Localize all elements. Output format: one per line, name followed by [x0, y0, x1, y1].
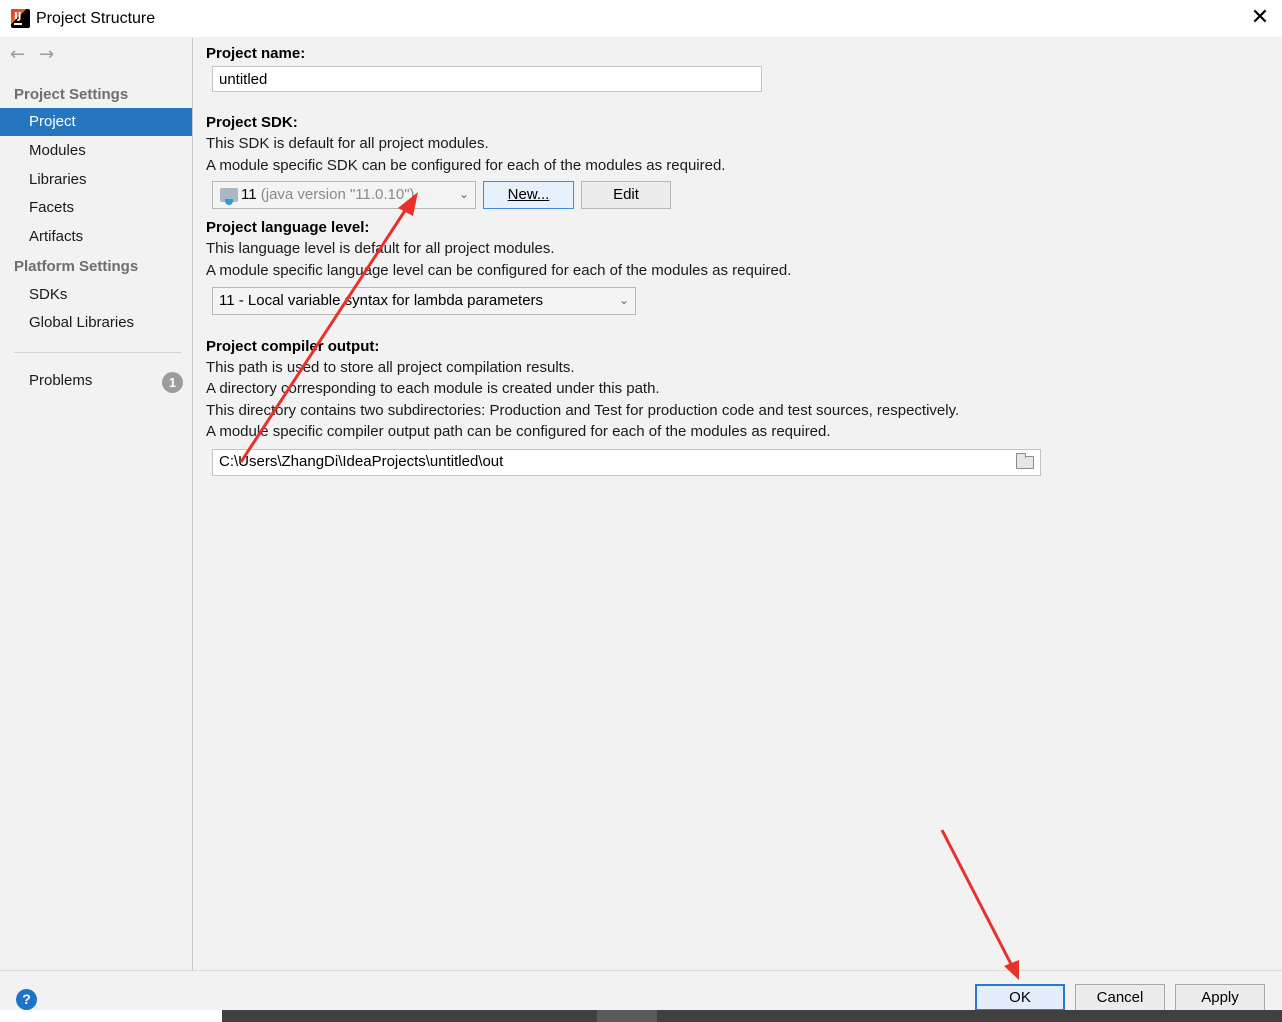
problems-label: Problems	[29, 372, 93, 389]
project-sdk-label: Project SDK:	[206, 114, 298, 131]
project-sdk-desc-2: A module specific SDK can be configured …	[206, 157, 726, 174]
chevron-down-icon: ⌄	[618, 293, 629, 307]
sidebar-item-problems[interactable]: Problems 1	[0, 367, 192, 395]
back-arrow-icon[interactable]: ←	[10, 44, 25, 65]
sidebar-item-modules[interactable]: Modules	[0, 137, 192, 165]
chevron-down-icon: ⌄	[458, 187, 469, 201]
compiler-output-path-field[interactable]: C:\Users\ZhangDi\IdeaProjects\untitled\o…	[212, 449, 1041, 476]
sdk-new-button[interactable]: New...	[483, 181, 574, 209]
sdk-edit-button[interactable]: Edit	[581, 181, 671, 209]
compiler-output-label: Project compiler output:	[206, 338, 380, 355]
sdk-version-detail: (java version "11.0.10")	[256, 186, 415, 203]
compiler-output-desc-1: This path is used to store all project c…	[206, 359, 575, 376]
browse-folder-icon[interactable]	[1016, 453, 1034, 469]
jdk-folder-icon	[220, 188, 238, 205]
sidebar: ← → Project Settings Project Modules Libr…	[0, 38, 193, 970]
apply-button[interactable]: Apply	[1175, 984, 1265, 1011]
ok-button[interactable]: OK	[975, 984, 1065, 1011]
sidebar-divider	[14, 352, 181, 353]
sidebar-item-global-libraries[interactable]: Global Libraries	[0, 309, 192, 337]
language-level-value: 11 - Local variable syntax for lambda pa…	[219, 292, 544, 309]
dialog-footer: ? OK Cancel Apply	[0, 970, 1282, 1011]
project-name-input[interactable]	[212, 66, 762, 92]
project-sdk-dropdown[interactable]: 11 (java version "11.0.10") ⌄	[212, 181, 476, 209]
os-taskbar	[222, 1010, 1282, 1022]
compiler-output-path-value: C:\Users\ZhangDi\IdeaProjects\untitled\o…	[219, 453, 504, 470]
language-level-dropdown[interactable]: 11 - Local variable syntax for lambda pa…	[212, 287, 636, 315]
intellij-app-icon: IJ	[11, 9, 30, 28]
language-level-desc-1: This language level is default for all p…	[206, 240, 555, 257]
project-settings-panel: Project name: Project SDK: This SDK is d…	[193, 38, 1282, 970]
close-icon[interactable]: ✕	[1247, 5, 1273, 31]
project-settings-heading: Project Settings	[14, 86, 129, 103]
sidebar-item-libraries[interactable]: Libraries	[0, 166, 192, 194]
sidebar-item-artifacts[interactable]: Artifacts	[0, 223, 192, 251]
project-name-label: Project name:	[206, 45, 306, 62]
language-level-label: Project language level:	[206, 219, 370, 236]
sidebar-item-facets[interactable]: Facets	[0, 194, 192, 222]
title-bar: IJ Project Structure ✕	[0, 0, 1282, 38]
sdk-version: 11	[241, 186, 257, 203]
compiler-output-desc-2: A directory corresponding to each module…	[206, 380, 660, 397]
cancel-button[interactable]: Cancel	[1075, 984, 1165, 1011]
sidebar-item-project[interactable]: Project	[0, 108, 192, 136]
help-icon[interactable]: ?	[16, 989, 37, 1010]
history-nav: ← →	[10, 44, 68, 65]
window-title: Project Structure	[36, 10, 156, 27]
project-sdk-desc-1: This SDK is default for all project modu…	[206, 135, 489, 152]
compiler-output-desc-3: This directory contains two subdirectori…	[206, 402, 960, 419]
sidebar-item-sdks[interactable]: SDKs	[0, 281, 192, 309]
sdk-new-button-label: New...	[507, 186, 550, 203]
platform-settings-heading: Platform Settings	[14, 258, 139, 275]
forward-arrow-icon[interactable]: →	[39, 44, 54, 65]
os-taskbar-active-app	[597, 1010, 657, 1022]
sdk-edit-button-label: Edit	[613, 186, 639, 203]
problems-count-badge: 1	[162, 372, 183, 393]
language-level-desc-2: A module specific language level can be …	[206, 262, 792, 279]
compiler-output-desc-4: A module specific compiler output path c…	[206, 423, 831, 440]
